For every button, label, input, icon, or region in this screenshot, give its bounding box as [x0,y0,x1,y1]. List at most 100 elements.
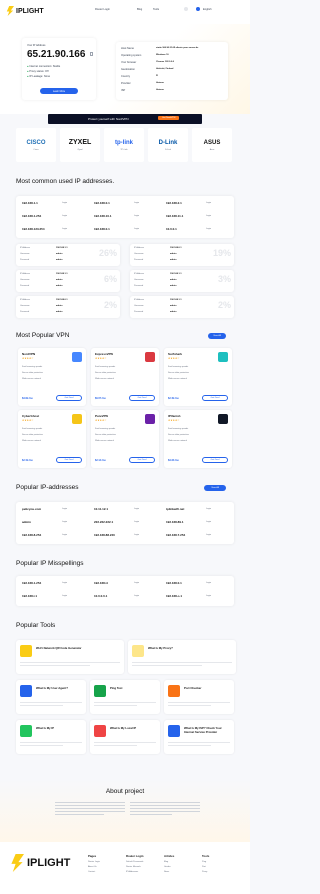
brand-logo: CISCO [26,139,46,146]
get-deal-button[interactable]: Get Deal [202,457,228,463]
ip-link[interactable]: 192.168.1.1 [22,201,38,205]
footer-link[interactable]: News [164,871,169,873]
vpn-logo-icon [145,414,155,424]
tool-card[interactable]: What Is My IP [16,720,86,754]
tool-name: What Is My Proxy? [148,646,173,650]
ip-link[interactable]: admin [22,520,31,524]
login-link[interactable]: Login [62,534,67,536]
ip-link[interactable]: 192.168.7.254 [166,533,185,537]
login-link[interactable]: Login [206,202,211,204]
tool-name: Ping Test [110,686,123,690]
ip-link[interactable]: tplinkwifi.net [166,507,184,511]
login-link[interactable]: Login [206,534,211,536]
get-deal-button[interactable]: Get Deal [56,395,82,401]
login-link[interactable]: Login [62,521,67,523]
brand-card-tp-link[interactable]: tp-link TP-Link [104,128,144,162]
vpn-view-all-button[interactable]: View All [208,333,226,339]
tool-card[interactable]: What Is My ISP? Check Your Internet Serv… [164,720,234,754]
footer-link[interactable]: Router Manuals [126,866,141,868]
ip-link[interactable]: 192.168.0.1 [94,227,110,231]
copy-icon[interactable] [90,52,93,56]
footer-link[interactable]: Router Login [88,861,100,863]
search-icon[interactable] [184,7,188,11]
ip-link[interactable]: 10.11.12.1 [94,507,108,511]
get-deal-button[interactable]: Get Deal [129,457,155,463]
footer-link[interactable]: Proxy [202,871,207,873]
tool-card[interactable]: Ping Test [90,680,160,714]
ip-link[interactable]: pelicyou.com [22,507,41,511]
footer-link[interactable]: Guides [164,866,171,868]
ip-link[interactable]: 192.168.l.1 [22,594,37,598]
login-link[interactable]: Login [206,228,211,230]
tool-card[interactable]: What Is My User Agent? [16,680,86,714]
nav-tools[interactable]: Tools [153,8,159,11]
nav-router-login[interactable]: Router Login [95,8,110,11]
login-link[interactable]: Login [134,508,139,510]
ip-link[interactable]: 192.168.0.1 [166,581,182,585]
tool-card[interactable]: Port Checker [164,680,234,714]
ip-link[interactable]: 192.168.2.1 [166,201,182,205]
brand-card-cisco[interactable]: CISCO Cisco [16,128,56,162]
login-link[interactable]: Login [206,508,211,510]
login-link[interactable]: Login [206,215,211,217]
get-deal-button[interactable]: Get Deal [56,457,82,463]
get-deal-button[interactable]: Get Deal [202,395,228,401]
login-link[interactable]: Login [206,582,211,584]
learn-more-button[interactable]: Learn More [40,88,78,94]
ip-link[interactable]: 192.168.l.l [94,581,108,585]
footer-link[interactable]: Blog [164,861,168,863]
login-link[interactable]: Login [134,582,139,584]
ip-link[interactable]: 222.222.222.1 [94,520,113,524]
login-link[interactable]: Login [62,202,67,204]
login-link[interactable]: Login [62,508,67,510]
footer-link[interactable]: Port [202,866,206,868]
brand-card-zyxel[interactable]: ZYXEL Zyxel [60,128,100,162]
footer-link[interactable]: Ping [202,861,206,863]
login-link[interactable]: Login [62,595,67,597]
ip-link[interactable]: 192.168.123.254 [22,227,45,231]
login-link[interactable]: Login [134,521,139,523]
login-link[interactable]: Login [134,228,139,230]
tool-icon [132,645,144,657]
vpn-logo-icon [218,352,228,362]
get-nordvpn-button[interactable]: Get NordVPN [158,116,180,120]
ip-link[interactable]: 10.0.0.0.1 [94,594,107,598]
login-link[interactable]: Login [206,595,211,597]
login-link[interactable]: Login [134,202,139,204]
ip-link[interactable]: 192.168.11.1 [166,214,183,218]
logo[interactable]: IPLIGHT [6,6,44,16]
tool-card[interactable]: What Is My Local IP [90,720,160,754]
brand-card-asus[interactable]: ASUS Asus [192,128,232,162]
vpn-banner[interactable]: Protect yourself with NordVPN Get NordVP… [48,114,202,124]
tool-description [20,742,82,746]
ip-link[interactable]: 192.168.8.254 [22,533,41,537]
login-link[interactable]: Login [134,534,139,536]
login-link[interactable]: Login [134,595,139,597]
login-link[interactable]: Login [62,582,67,584]
footer-link[interactable]: Contact [88,871,95,873]
ip-link[interactable]: 192.168.89.1 [166,520,184,524]
language-select[interactable]: English [203,8,212,11]
footer-link[interactable]: About Us [88,866,97,868]
nav-blog[interactable]: Blog [137,8,142,11]
ip-link[interactable]: 192.168.0.1 [94,201,110,205]
tool-card[interactable]: Wi-Fi Network QR Code Generator [16,640,124,674]
popular-ips-view-all-button[interactable]: View All [204,485,226,491]
brand-card-d-link[interactable]: D-Link D-Link [148,128,188,162]
footer-link[interactable]: IP Addresses [126,871,138,873]
tool-card[interactable]: What Is My Proxy? [128,640,236,674]
ip-link[interactable]: 192.168.1.254 [22,214,41,218]
ip-link[interactable]: 192.168.88.240 [94,533,115,537]
footer-logo[interactable]: IPLIGHT [10,854,70,872]
ip-link[interactable]: 192.168.1.254 [22,581,41,585]
login-link[interactable]: Login [62,215,67,217]
ip-link[interactable]: 192.168.10.1 [94,214,112,218]
footer-link[interactable]: Default Passwords [126,861,143,863]
login-link[interactable]: Login [62,228,67,230]
ip-link[interactable]: 10.0.0.1 [166,227,177,231]
login-link[interactable]: Login [134,215,139,217]
get-deal-button[interactable]: Get Deal [129,395,155,401]
ip-link[interactable]: 192.168.o.1 [166,594,182,598]
cred-label: IP Address [20,299,31,301]
login-link[interactable]: Login [206,521,211,523]
